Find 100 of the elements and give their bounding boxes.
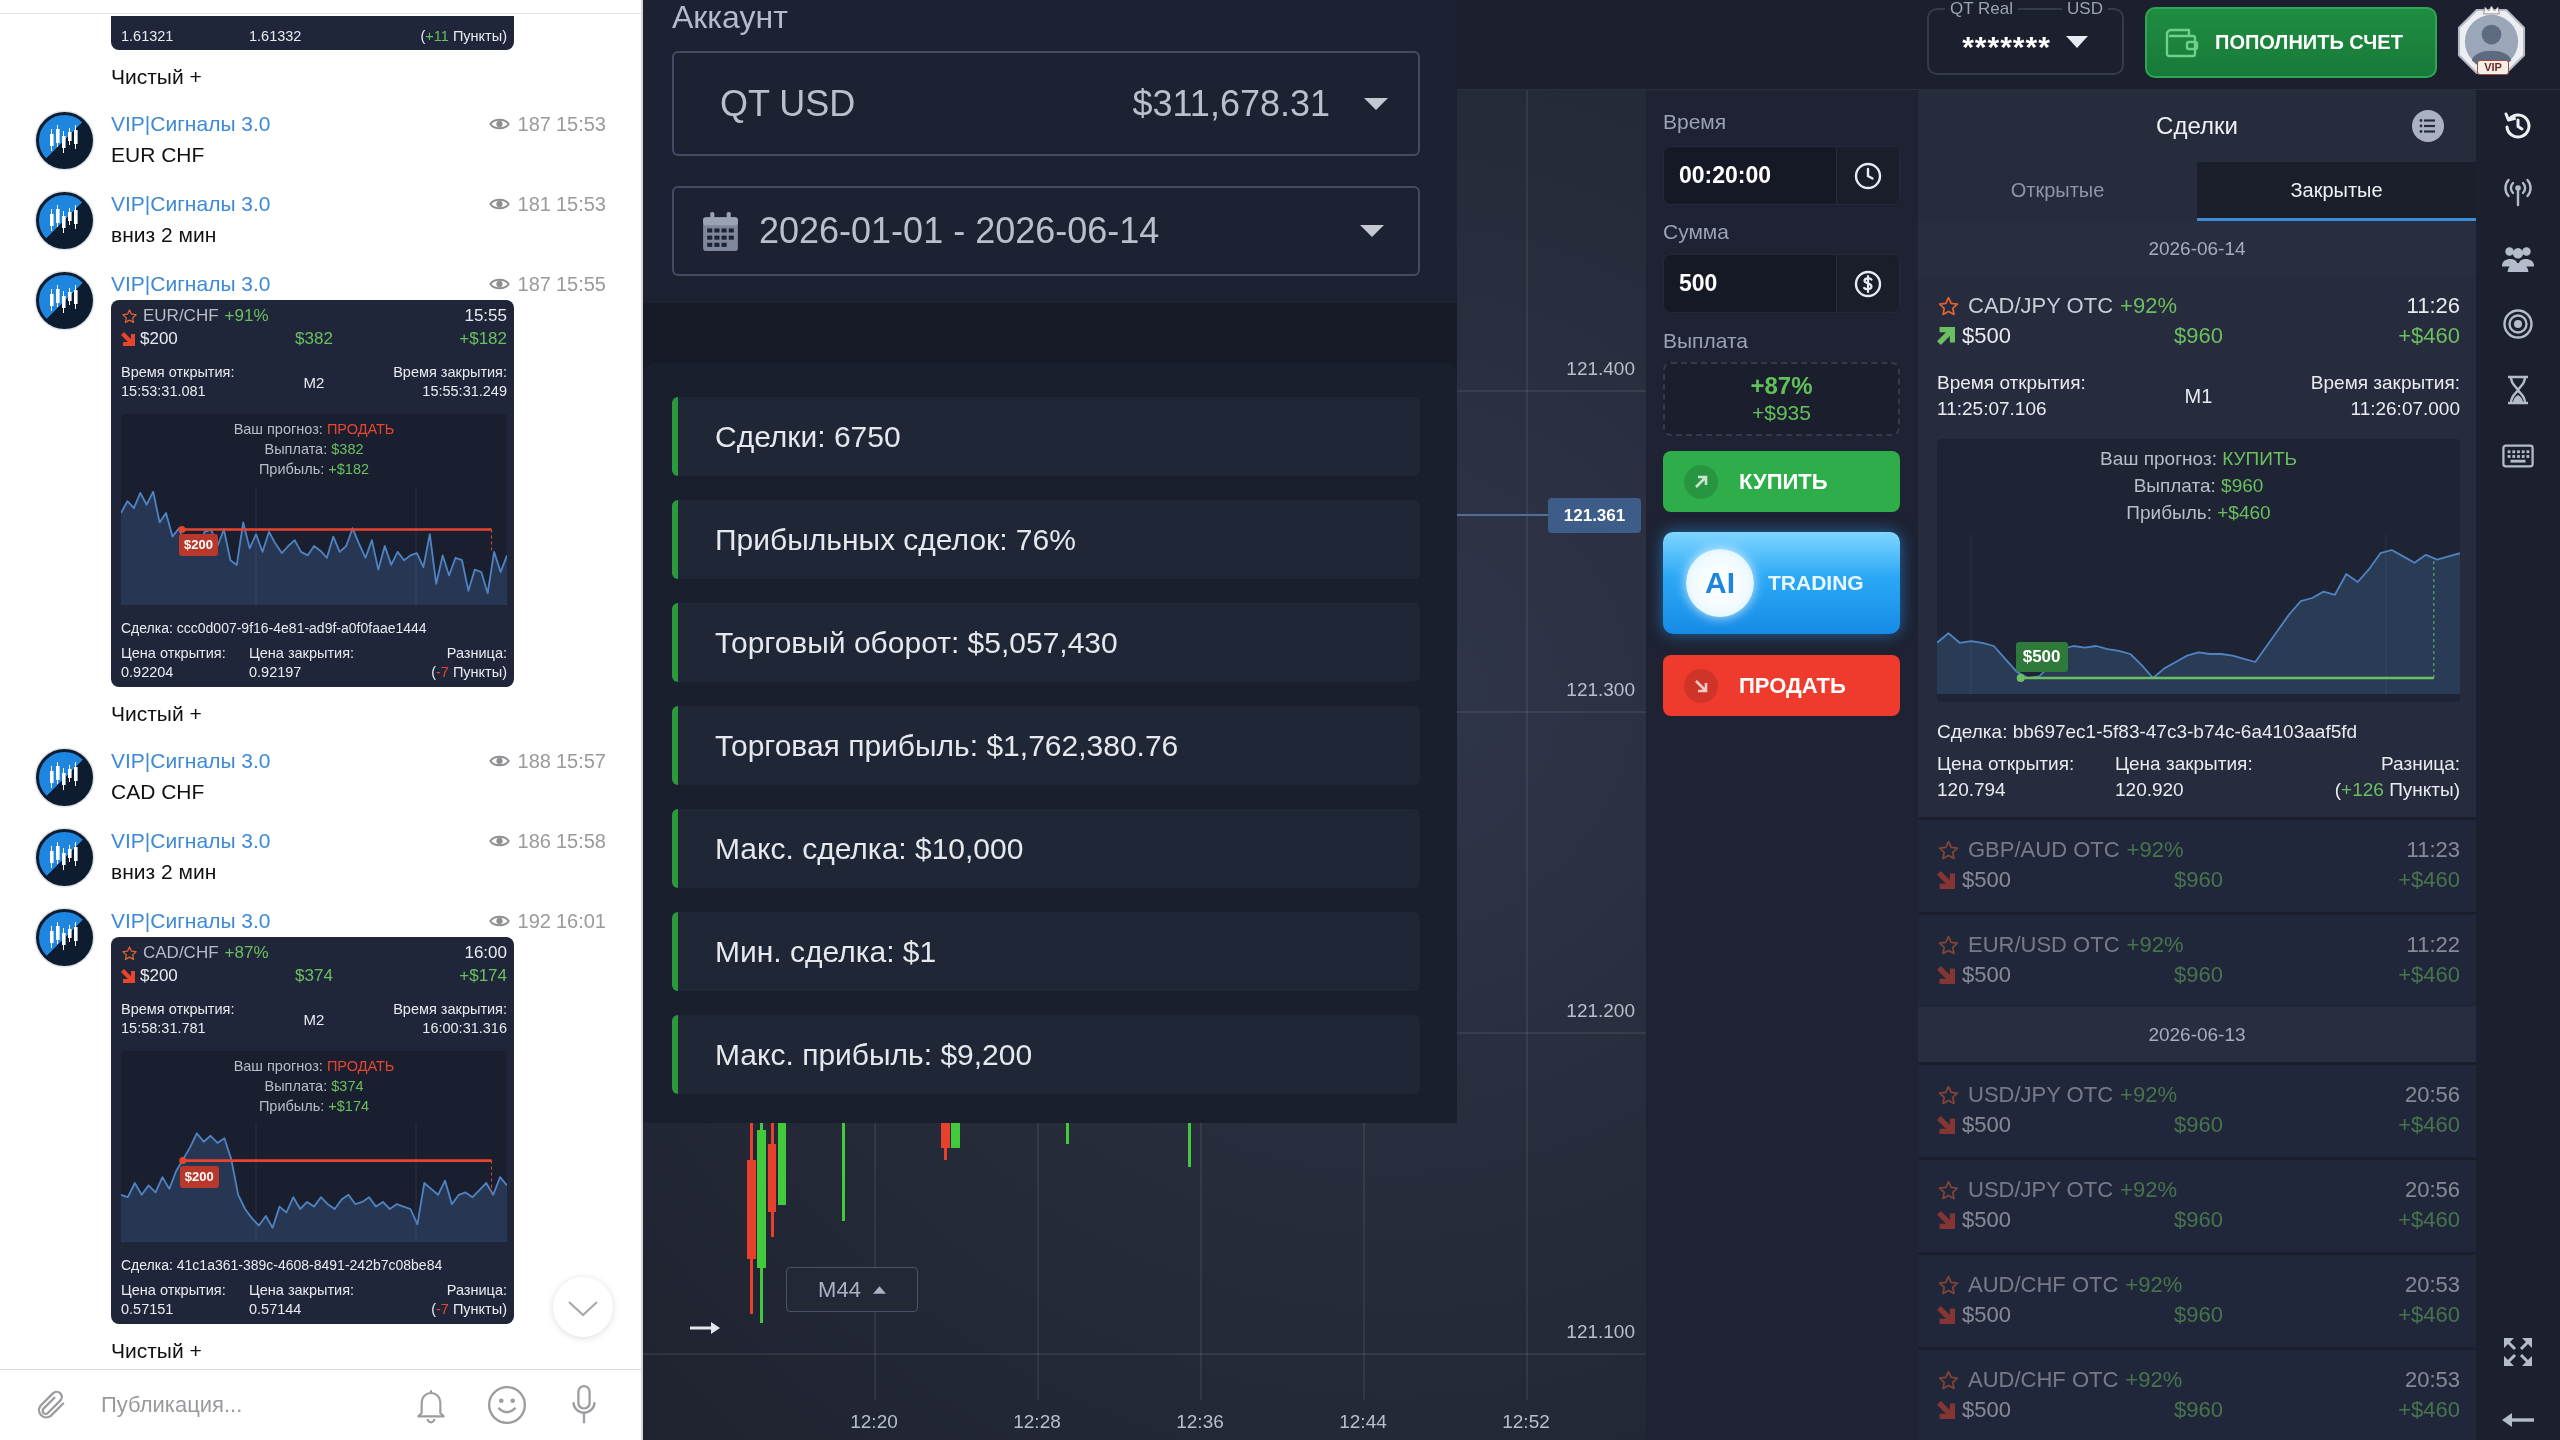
view-count: 192 [517,909,551,933]
timeframe: M1 [2184,384,2213,409]
trade-amount: $500 [1962,962,2011,988]
time-field[interactable]: 00:20:00 [1663,146,1900,205]
open-price-label: Цена открытия: [1937,752,2076,776]
trade-row[interactable]: AUD/CHF OTC +92% 20:53 $500 $960 +$460 [1918,1350,2476,1440]
message-time: 15:55 [555,272,606,296]
payout-percent: +92% [2120,293,2177,319]
trade-time: 20:56 [2404,1177,2460,1203]
payout-amount: $960 [2174,1207,2223,1233]
open-price-label: Цена открытия: [121,1281,227,1300]
account-select[interactable]: QT USD $311,678.31 [672,51,1420,156]
trade-row[interactable]: USD/JPY OTC +92% 20:56 $500 $960 +$460 [1918,1065,2476,1157]
message-text: Чистый + [111,702,202,726]
message-input[interactable]: Публикация... [101,1385,381,1425]
antenna-icon[interactable] [2502,176,2534,208]
profit-amount: +$460 [2398,1112,2460,1138]
amount-field[interactable]: 500 [1663,254,1900,313]
profit-text: Прибыль: +$460 [2125,501,2272,525]
list-icon[interactable] [2412,110,2444,142]
profit-amount: +$460 [2398,962,2460,988]
trade-row[interactable]: USD/JPY OTC +92% 20:56 $500 $960 +$460 [1918,1160,2476,1252]
price-difference: (-7 Пункты) [431,663,507,682]
trade-row[interactable]: AUD/CHF OTC +92% 20:53 $500 $960 +$460 [1918,1255,2476,1347]
star-icon [1937,1083,1960,1107]
field-label: Время [1663,110,1727,134]
time-label: 12:20 [849,1410,899,1434]
payout-amount: +$935 [1752,400,1811,426]
message-text: EUR CHF [111,143,205,167]
trade-time: 20:53 [2404,1367,2460,1393]
timeframe-button[interactable]: M44 [786,1267,918,1312]
profit-text: Прибыль: +$182 [257,460,371,479]
star-icon [1937,294,1960,318]
expand-icon[interactable] [2502,1336,2534,1368]
current-price-tag: 121.361 [1548,498,1641,533]
arrow-left-icon[interactable] [2501,1412,2535,1428]
trade-row[interactable]: GBP/AUD OTC +92% 11:23 $500 $960 +$460 [1918,820,2476,912]
wallet-icon [2165,27,2199,58]
arrow-down-right-icon [1684,668,1718,703]
message-text: Чистый + [111,65,202,89]
price-difference: (+11 Пункты) [420,26,507,46]
stat-item: Торговый оборот: $5,057,430 [672,603,1420,682]
account-balance: $311,678.31 [1132,82,1330,125]
sell-button[interactable]: ПРОДАТЬ [1663,655,1900,716]
difference-label: Разница: [445,1281,507,1300]
asset-name: CAD/CHF [143,943,219,963]
asset-name: USD/JPY OTC [1968,1177,2114,1203]
open-price: 120.794 [1937,778,2007,802]
view-count: 187 [517,272,551,296]
profit-amount: +$182 [459,329,507,349]
payout-percent: +92% [2126,932,2184,958]
author-name: VIP|Сигналы 3.0 [111,272,271,296]
strike-price-tag: $500 [2015,642,2068,672]
trade-row[interactable] [1918,276,2476,817]
target-icon[interactable] [2502,308,2534,340]
close-price: 120.920 [2115,778,2185,802]
message-time: 15:53 [555,192,606,216]
trade-amount: $500 [1962,1207,2011,1233]
arrow-up-right-icon [1937,327,1955,345]
profit-amount: +$460 [2398,1302,2460,1328]
open-time-label: Время открытия: [1937,371,2087,395]
payout-percent: +87% [224,943,269,963]
emoji-icon[interactable] [487,1385,527,1425]
arrow-right-icon[interactable] [689,1321,721,1335]
asset-name: USD/JPY OTC [1968,1082,2114,1108]
microphone-icon[interactable] [569,1384,599,1426]
price-difference: (-7 Пункты) [431,1300,507,1319]
trade-row[interactable]: EUR/USD OTC +92% 11:22 $500 $960 +$460 [1918,915,2476,1007]
trade-time: 20:56 [2404,1082,2460,1108]
close-price: 0.57144 [249,1300,303,1319]
caret-down-icon [1364,97,1388,110]
eye-icon [488,197,510,211]
message-text: вниз 2 мин [111,860,217,884]
payout-amount: $960 [2174,1397,2223,1423]
close-time-label: Время закрытия: [2310,371,2460,395]
asset-name: CAD/JPY OTC [1968,293,2114,319]
open-time: 11:25:07.106 [1937,397,2048,421]
author-name: VIP|Сигналы 3.0 [111,829,271,853]
asset-name: GBP/AUD OTC [1968,837,2120,863]
timeframe: M2 [303,1009,325,1029]
open-price: 0.92204 [121,663,175,682]
ai-trading-button[interactable]: AI TRADING [1663,532,1900,634]
view-count: 187 [517,112,551,136]
deposit-button[interactable]: ПОПОЛНИТЬ СЧЕТ [2145,7,2437,78]
price-label: 121.200 [1566,999,1635,1023]
star-icon [121,307,138,325]
star-icon [1937,1273,1960,1297]
tab[interactable]: Открытые [1918,162,2197,221]
payout-percent: +92% [2125,1272,2183,1298]
payout-amount: $382 [295,329,333,349]
trade-time: 11:22 [2406,932,2460,958]
strike-price-tag: $200 [179,534,218,557]
close-price: 0.92197 [249,663,303,682]
date-range-select[interactable]: 2026-01-01 - 2026-06-14 [672,186,1420,276]
message-text: CAD CHF [111,780,205,804]
vip-badge: VIP [2477,60,2509,75]
arrow-down-right-icon [1937,1401,1955,1419]
channel-logo-icon [36,829,93,886]
buy-button[interactable]: КУПИТЬ [1663,451,1900,512]
candle [1064,1123,1071,1144]
